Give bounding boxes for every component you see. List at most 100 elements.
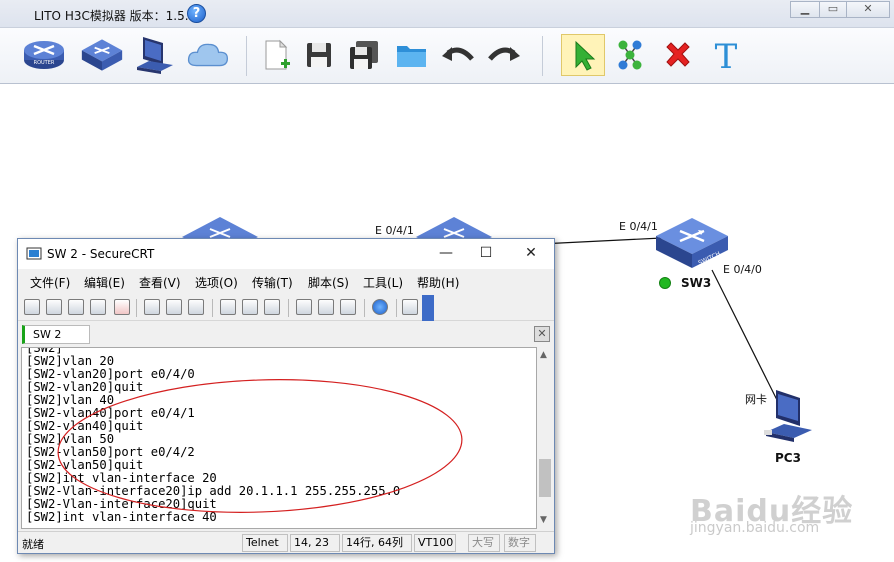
port-label-sw3-e041: E 0/4/1 — [619, 220, 658, 233]
print-selection-button[interactable] — [242, 299, 258, 315]
connect-tab-button[interactable] — [68, 299, 84, 315]
status-rows-cols: 14行, 64列 — [342, 534, 412, 552]
terminal-output[interactable]: [SW2] [SW2]vlan 20 [SW2-vlan20]port e0/4… — [21, 347, 537, 529]
lito-simulator-window: LITO H3C模拟器 版本：1.5.2 ? ▁ ▭ ✕ ROUTER T E … — [0, 0, 894, 562]
crt-minimize-button[interactable]: — — [436, 245, 456, 261]
securecrt-title-bar[interactable]: SW 2 - SecureCRT — ☐ ✕ — [18, 239, 554, 269]
help-button[interactable] — [372, 299, 388, 315]
red-annotation-ellipse — [57, 379, 463, 513]
securecrt-toolbar — [18, 295, 554, 321]
securecrt-title: SW 2 - SecureCRT — [47, 247, 155, 261]
connect-icon — [618, 40, 642, 70]
toolbar-separator — [288, 299, 289, 317]
securecrt-app-icon — [26, 247, 42, 260]
print-screen-button[interactable] — [264, 299, 280, 315]
status-caps: 大写 — [468, 534, 500, 552]
new-file-tool[interactable] — [254, 34, 298, 76]
global-options-button[interactable] — [318, 299, 334, 315]
disconnect-button[interactable] — [114, 299, 130, 315]
scroll-up-arrow[interactable]: ▲ — [540, 350, 547, 360]
tab-sw2[interactable]: SW 2 — [22, 325, 90, 344]
link-sw2-sw3 — [539, 237, 663, 245]
switch-icon — [81, 39, 123, 71]
status-terminal-type: VT100 — [414, 534, 456, 552]
paste-button[interactable] — [166, 299, 182, 315]
cloud-tool[interactable] — [186, 34, 230, 76]
tab-close-icon[interactable]: ✕ — [534, 326, 550, 342]
sftp-button[interactable] — [402, 299, 418, 315]
pc-tool[interactable] — [133, 34, 177, 76]
save-tool[interactable] — [297, 34, 341, 76]
securecrt-window[interactable]: SW 2 - SecureCRT — ☐ ✕ 文件(F) 编辑(E) 查看(V)… — [17, 238, 555, 554]
restore-button[interactable]: ▭ — [819, 1, 847, 18]
open-folder-icon — [397, 46, 426, 67]
crt-close-button[interactable]: ✕ — [521, 245, 541, 261]
svg-text:T: T — [715, 37, 738, 73]
status-cursor: 14, 23 — [290, 534, 340, 552]
status-protocol: Telnet — [242, 534, 288, 552]
keymap-button[interactable] — [340, 299, 356, 315]
undo-tool[interactable] — [436, 34, 480, 76]
scroll-down-arrow[interactable]: ▼ — [540, 515, 547, 525]
save-as-icon — [350, 41, 378, 69]
connect-tool[interactable] — [608, 34, 652, 76]
port-label-sw2-e041: E 0/4/1 — [375, 224, 414, 237]
router-icon: ROUTER — [24, 41, 64, 69]
pc3-icon[interactable] — [760, 388, 816, 446]
securecrt-tab-bar: SW 2 ✕ — [18, 323, 554, 345]
securecrt-status-bar: 就绪 Telnet 14, 23 14行, 64列 VT100 大写 数字 — [18, 531, 554, 553]
undo-icon — [442, 47, 474, 61]
menu-file[interactable]: 文件(F) — [30, 274, 70, 291]
cloud-icon — [187, 43, 229, 67]
menu-view[interactable]: 查看(V) — [139, 274, 181, 291]
close-button[interactable]: ✕ — [846, 1, 890, 18]
toolbar-separator — [136, 299, 137, 317]
switch-sw3-icon[interactable]: SWITCH — [654, 214, 732, 272]
status-num: 数字 — [504, 534, 536, 552]
app-logo-icon — [10, 6, 26, 22]
text-tool[interactable]: T — [704, 34, 748, 76]
copy-button[interactable] — [144, 299, 160, 315]
menu-tools[interactable]: 工具(L) — [363, 274, 403, 291]
find-button[interactable] — [188, 299, 204, 315]
menu-script[interactable]: 脚本(S) — [308, 274, 349, 291]
toolbar-separator — [396, 299, 397, 317]
session-options-button[interactable] — [296, 299, 312, 315]
quick-connect-button[interactable] — [46, 299, 62, 315]
help-icon[interactable]: ? — [187, 4, 206, 23]
pc-icon — [137, 37, 173, 74]
select-tool[interactable] — [561, 34, 605, 76]
connect-button[interactable] — [24, 299, 40, 315]
baidu-watermark-url: jingyan.baidu.com — [690, 520, 820, 536]
main-toolbar: ROUTER T — [0, 28, 894, 84]
scroll-thumb[interactable] — [539, 459, 551, 497]
delete-tool[interactable] — [656, 34, 700, 76]
app-title: LITO H3C模拟器 版本：1.5.2 — [34, 9, 197, 23]
svg-text:ROUTER: ROUTER — [34, 60, 55, 66]
menu-transfer[interactable]: 传输(T) — [252, 274, 293, 291]
link-sw3-pc3 — [711, 269, 779, 403]
switch-tool[interactable] — [80, 34, 124, 76]
redo-tool[interactable] — [482, 34, 526, 76]
menu-edit[interactable]: 编辑(E) — [84, 274, 125, 291]
router-tool[interactable]: ROUTER — [22, 34, 66, 76]
crt-maximize-button[interactable]: ☐ — [476, 245, 496, 261]
menu-help[interactable]: 帮助(H) — [417, 274, 459, 291]
new-file-icon — [265, 39, 290, 70]
menu-options[interactable]: 选项(O) — [195, 274, 238, 291]
main-title-bar: LITO H3C模拟器 版本：1.5.2 ? ▁ ▭ ✕ — [0, 0, 894, 28]
toolbar-separator — [364, 299, 365, 317]
sw3-label: SW3 — [681, 276, 712, 290]
open-tool[interactable] — [390, 34, 434, 76]
toolbar-separator — [542, 36, 543, 76]
print-button[interactable] — [220, 299, 236, 315]
minimize-button[interactable]: ▁ — [790, 1, 820, 18]
terminal-scrollbar[interactable]: ▲ ▼ — [537, 347, 553, 529]
toolbar-overflow-chevron[interactable] — [422, 295, 434, 321]
select-cursor-icon — [575, 40, 596, 71]
text-icon: T — [715, 37, 738, 73]
save-as-tool[interactable] — [342, 34, 386, 76]
reconnect-button[interactable] — [90, 299, 106, 315]
status-ready: 就绪 — [22, 538, 44, 551]
pc3-label: PC3 — [775, 451, 801, 465]
